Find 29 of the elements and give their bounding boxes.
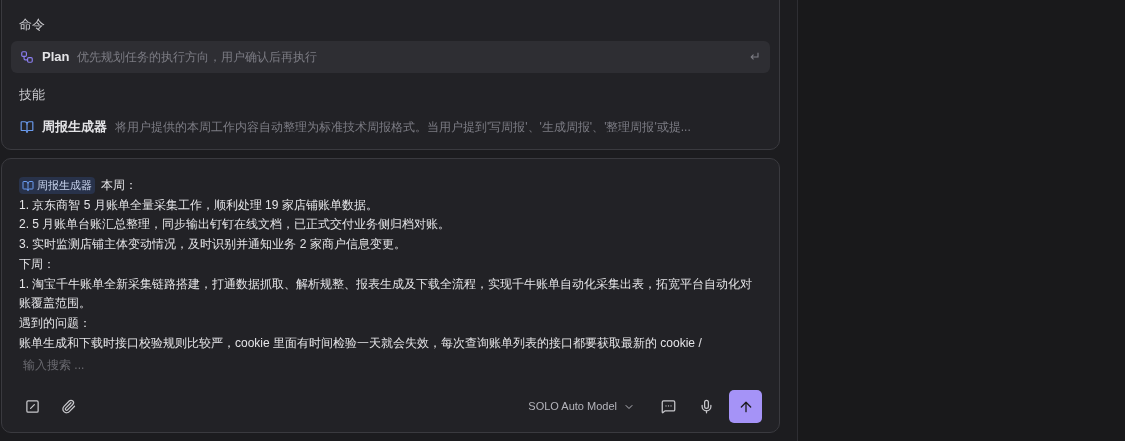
message-line: 1. 京东商智 5 月账单全量采集工作，顺利处理 19 家店铺账单数据。	[19, 196, 379, 214]
workflow-icon	[20, 50, 34, 64]
skill-tag-label: 周报生成器	[37, 178, 92, 193]
item-name: 周报生成器	[42, 118, 107, 137]
suggestion-item[interactable]: Plan 优先规划任务的执行方向，用户确认后再执行 ↵	[11, 41, 770, 73]
message-line: 遇到的问题：	[19, 314, 92, 332]
item-description: 优先规划任务的执行方向，用户确认后再执行	[77, 49, 319, 66]
message-line: 下周：	[19, 255, 56, 273]
item-description: 将用户提供的本周工作内容自动整理为标准技术周报格式。当用户提到'写周报'、'生成周报'、'整理周报'或提...	[115, 119, 692, 136]
section-heading: 命令	[18, 16, 46, 35]
message-line: 本周：	[101, 177, 137, 194]
message-line: 1. 淘宝千牛账单全新采集链路搭建，打通数据抓取、解析规整、报表生成及下载全流程，实现千牛账单自动化采集出表，拓宽平台自动化对账覆盖范围。	[19, 275, 754, 313]
suggestion-item[interactable]: 周报生成器 将用户提供的本周工作内容自动整理为标准技术周报格式。当用户提到'写周报'、'生成周报'、'整理周报'或提...	[11, 111, 770, 143]
message-line: 账单生成和下载时接口校验规则比较严，cookie 里面有时间检验一天就会失效，每次查询账单列表的接口都要获取最新的 cookie /	[19, 334, 703, 352]
skill-tag[interactable]: 周报生成器	[19, 177, 95, 195]
send-button[interactable]	[729, 390, 762, 423]
chat-bubble-icon	[660, 399, 676, 414]
book-icon	[20, 120, 34, 134]
section-heading: 技能	[18, 86, 46, 105]
microphone-icon	[698, 399, 714, 414]
slash-icon	[24, 399, 40, 414]
paperclip-icon	[60, 399, 76, 414]
item-name: Plan	[42, 48, 70, 67]
search-field[interactable]: 输入搜索 ...	[23, 355, 762, 376]
book-icon	[22, 179, 34, 192]
message-line: 2. 5 月账单台账汇总整理，同步输出钉钉在线文档，已正式交付业务侧归档对账。	[19, 216, 452, 234]
shortcut-hint: ↵	[750, 48, 761, 67]
message-line: 3. 实时监测店铺主体变动情况，及时识别并通知业务 2 家商户信息变更。	[19, 236, 407, 254]
model-selector[interactable]: SOLO Auto Model	[528, 398, 635, 415]
